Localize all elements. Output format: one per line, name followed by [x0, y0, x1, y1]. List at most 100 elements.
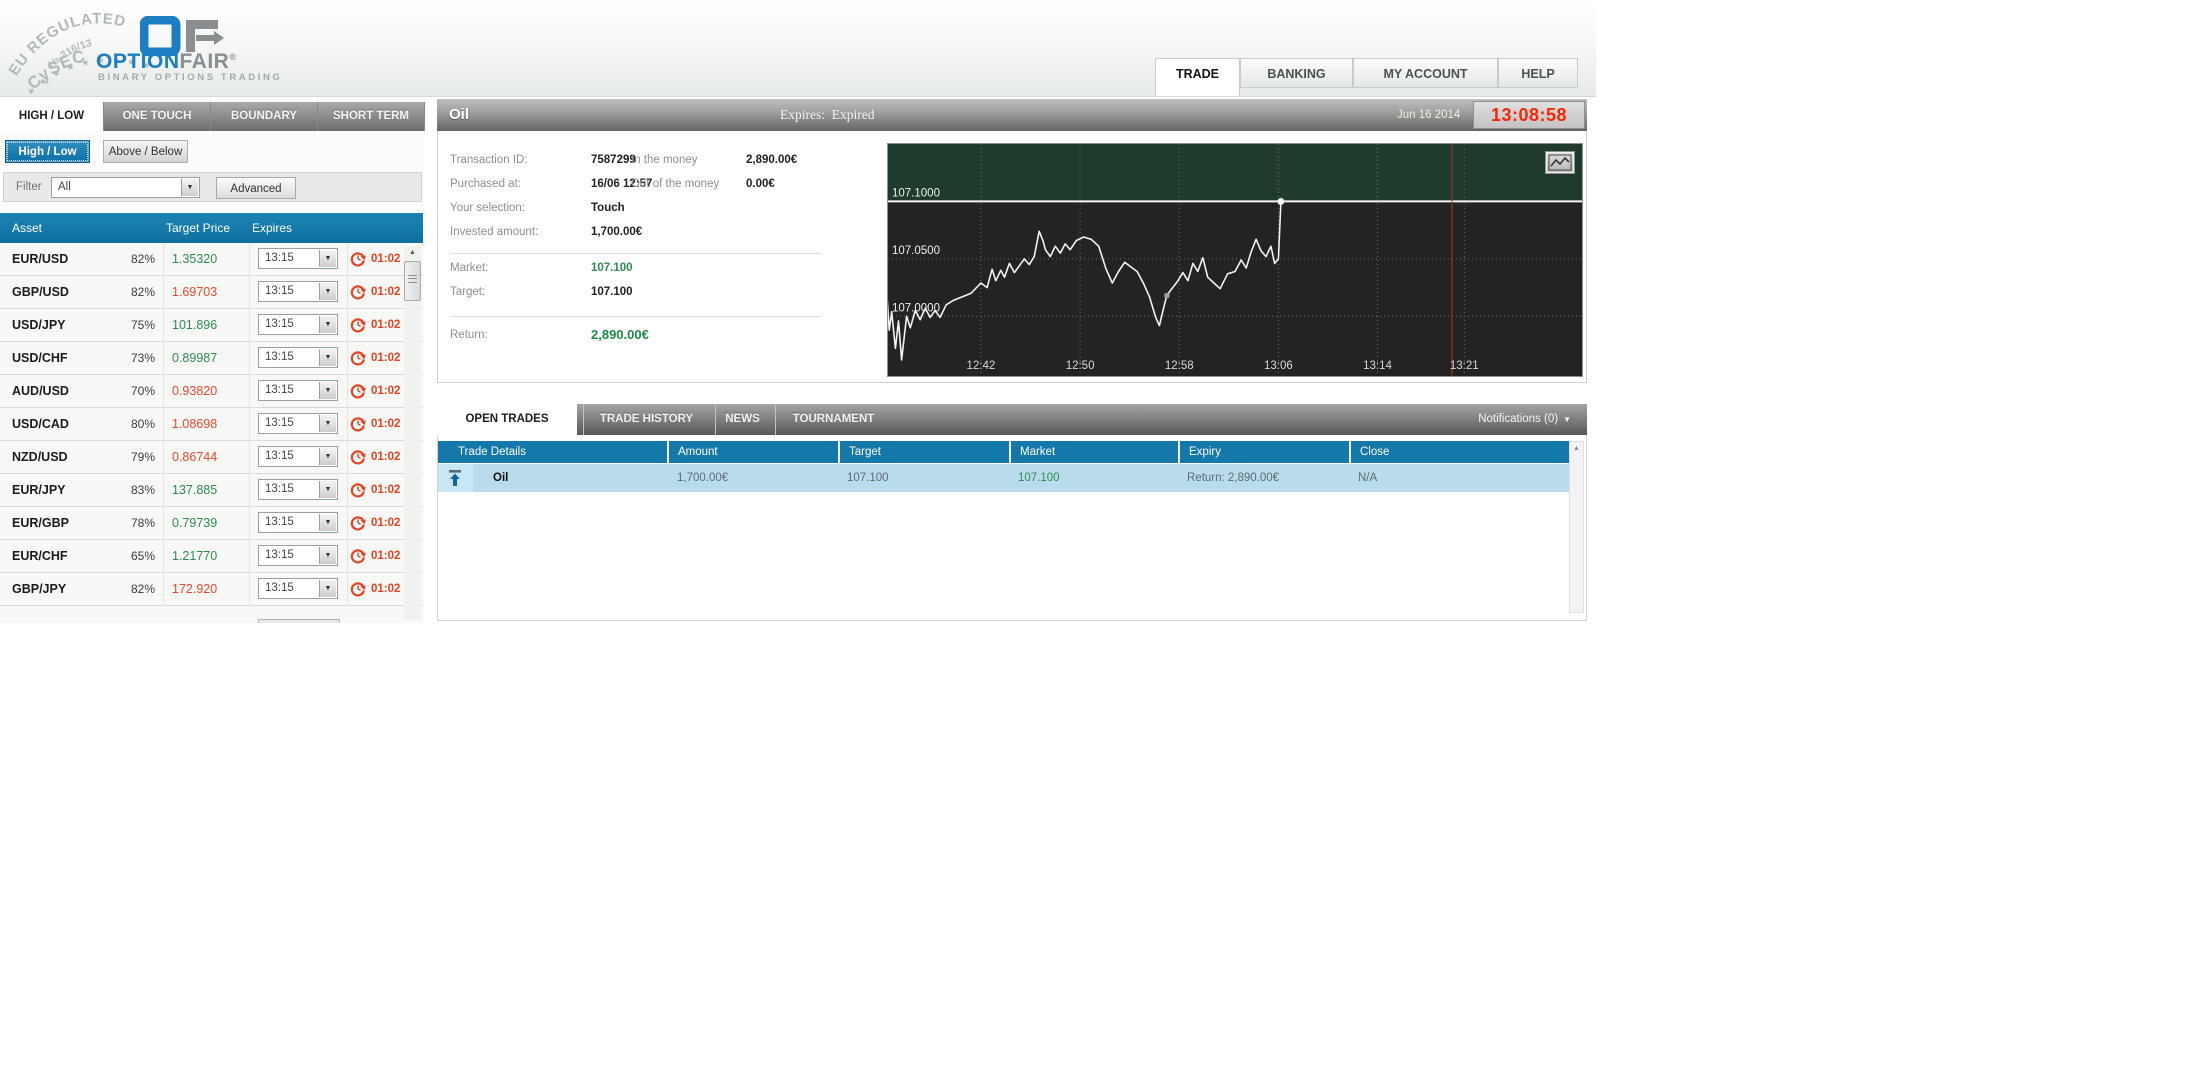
chart-canvas: 107.1000 107.0500 107.0000 12:42 12:50 12:58 1… [885, 144, 1582, 379]
notifications-label: Notifications (0) [1478, 413, 1559, 425]
expiry-select[interactable]: 13:15 ▼ [258, 314, 338, 335]
scrollbar-thumb[interactable] [404, 261, 421, 301]
asset-pair-label: GBP/JPY [12, 582, 67, 596]
tab-boundary[interactable]: BOUNDARY [211, 102, 318, 131]
column-divider [249, 243, 250, 606]
countdown-clock-icon [350, 416, 366, 435]
open-trade-row[interactable]: Oil 1,700.00€ 107.100 107.100 Return: 2,… [438, 464, 1569, 492]
asset-row[interactable]: EUR/CHF 65% 1.21770 13:15 ▼ 01:02 [0, 540, 423, 573]
mode-button-above-below[interactable]: Above / Below [103, 140, 188, 163]
expiry-select[interactable]: 13:15 ▼ [258, 578, 338, 599]
asset-pair-label: EUR/USD [12, 252, 69, 266]
brand-wordmark: OPTIONFAIR® [96, 50, 237, 74]
nav-tab-banking[interactable]: BANKING [1240, 58, 1353, 88]
asset-payout: 79% [130, 450, 155, 464]
detail-label: Invested amount: [450, 226, 539, 238]
chevron-down-icon[interactable]: ▼ [181, 179, 198, 196]
expiry-select[interactable]: 13:15 ▼ [258, 545, 338, 566]
chevron-down-icon[interactable]: ▼ [319, 283, 336, 300]
nav-tab-my-account[interactable]: MY ACCOUNT [1353, 58, 1498, 88]
chevron-down-icon[interactable]: ▼ [319, 514, 336, 531]
asset-pair-label: GBP/USD [12, 285, 69, 299]
asset-pair-label: AUD/USD [12, 384, 69, 398]
brand-subtitle: BINARY OPTIONS TRADING [98, 72, 283, 83]
touch-trade-icon [438, 464, 473, 492]
asset-row[interactable]: EUR/JPY 83% 137.885 13:15 ▼ 01:02 [0, 474, 423, 507]
tab-open-trades[interactable]: OPEN TRADES [437, 404, 577, 435]
asset-pair-label: EUR/JPY [12, 483, 66, 497]
asset-row[interactable]: GBP/JPY 82% 172.920 13:15 ▼ 01:02 [0, 573, 423, 606]
countdown-timer: 01:02 [371, 352, 401, 364]
scroll-up-icon[interactable]: ▲ [1570, 443, 1583, 455]
column-amount: Amount [669, 441, 838, 463]
asset-row[interactable]: GBP/USD 82% 1.69703 13:15 ▼ 01:02 [0, 276, 423, 309]
tab-one-touch[interactable]: ONE TOUCH [104, 102, 211, 131]
chevron-down-icon[interactable]: ▼ [319, 415, 336, 432]
asset-row[interactable]: EUR/GBP 78% 0.79739 13:15 ▼ 01:02 [0, 507, 423, 540]
asset-target-price: 1.21770 [172, 549, 218, 563]
chevron-down-icon[interactable]: ▼ [319, 382, 336, 399]
countdown-clock-icon [350, 383, 366, 402]
asset-row[interactable]: USD/JPY 75% 101.896 13:15 ▼ 01:02 [0, 309, 423, 342]
target-label: Target: [450, 286, 486, 298]
asset-row[interactable]: NZD/USD 79% 0.86744 13:15 ▼ 01:02 [0, 441, 423, 474]
column-trade-details: Trade Details [438, 441, 667, 463]
expiry-select[interactable]: 13:15 ▼ [258, 413, 338, 434]
asset-payout: 83% [130, 483, 155, 497]
expiry-select-value: 13:15 [265, 417, 294, 429]
nav-tab-help[interactable]: HELP [1498, 58, 1578, 88]
advanced-button[interactable]: Advanced [216, 177, 296, 199]
expiry-select[interactable]: 13:15 ▼ [258, 446, 338, 467]
chevron-down-icon[interactable]: ▼ [319, 448, 336, 465]
asset-payout: 78% [130, 516, 155, 530]
trade-market: 107.100 [1018, 472, 1060, 484]
column-asset: Asset [12, 221, 43, 235]
chevron-down-icon[interactable]: ▼ [319, 250, 336, 267]
detail-label: Purchased at: [450, 178, 521, 190]
detail-label: Out of the money [631, 178, 720, 190]
chevron-down-icon[interactable]: ▼ [319, 349, 336, 366]
tab-trade-history[interactable]: TRADE HISTORY [583, 404, 709, 435]
asset-target-price: 172.920 [172, 582, 218, 596]
chevron-down-icon[interactable]: ▼ [319, 316, 336, 333]
nav-tab-trade[interactable]: TRADE [1155, 58, 1240, 96]
chevron-down-icon[interactable]: ▼ [319, 547, 336, 564]
digital-clock: 13:08:58 [1473, 101, 1585, 129]
trades-scrollbar[interactable]: ▲ [1569, 441, 1584, 613]
detail-value: 7587299 [591, 154, 636, 166]
return-label: Return: [450, 329, 488, 341]
asset-row[interactable]: USD/CAD 80% 1.08698 13:15 ▼ 01:02 [0, 408, 423, 441]
line-chart-icon [1548, 154, 1572, 171]
expiry-select[interactable]: 13:15 ▼ [258, 512, 338, 533]
expiry-select-value: 13:15 [265, 516, 294, 528]
tab-tournament[interactable]: TOURNAMENT [775, 404, 891, 435]
asset-row[interactable]: AUD/USD 70% 0.93820 13:15 ▼ 01:02 [0, 375, 423, 408]
countdown-timer: 01:02 [371, 418, 401, 430]
chevron-down-icon[interactable]: ▼ [319, 580, 336, 597]
chevron-down-icon[interactable]: ▼ [319, 481, 336, 498]
asset-title: Oil [449, 106, 470, 123]
tab-short-term[interactable]: SHORT TERM [318, 102, 425, 131]
tab-high-low[interactable]: HIGH / LOW [0, 102, 104, 131]
trade-details-panel: Transaction ID: 7587299 Purchased at: 16… [437, 131, 1587, 383]
asset-row[interactable]: EUR/USD 82% 1.35320 13:15 ▼ 01:02 [0, 243, 423, 276]
expiry-select[interactable]: 13:15 ▼ [258, 248, 338, 269]
countdown-clock-icon [350, 284, 366, 303]
svg-text:107.1000: 107.1000 [892, 187, 940, 199]
chart-type-toggle-button[interactable] [1545, 151, 1575, 174]
mode-button-high-low[interactable]: High / Low [5, 140, 90, 163]
expiry-select[interactable]: 13:15 ▼ [258, 347, 338, 368]
expiry-select[interactable]: 13:15 ▼ [258, 479, 338, 500]
tab-news[interactable]: NEWS [715, 404, 769, 435]
asset-payout: 82% [130, 252, 155, 266]
expiry-select[interactable]: 13:15 ▼ [258, 380, 338, 401]
scroll-up-icon[interactable]: ▲ [404, 246, 421, 260]
countdown-timer: 01:02 [371, 253, 401, 265]
expiry-select[interactable]: 13:15 ▼ [258, 281, 338, 302]
notifications-dropdown[interactable]: Notifications (0) ▼ [1478, 404, 1571, 435]
svg-text:13:14: 13:14 [1363, 360, 1392, 372]
asset-list-scrollbar[interactable]: ▲ [404, 246, 421, 620]
asset-row[interactable]: USD/CHF 73% 0.89987 13:15 ▼ 01:02 [0, 342, 423, 375]
filter-select[interactable]: All ▼ [51, 177, 200, 198]
svg-text:107.0000: 107.0000 [892, 302, 940, 314]
